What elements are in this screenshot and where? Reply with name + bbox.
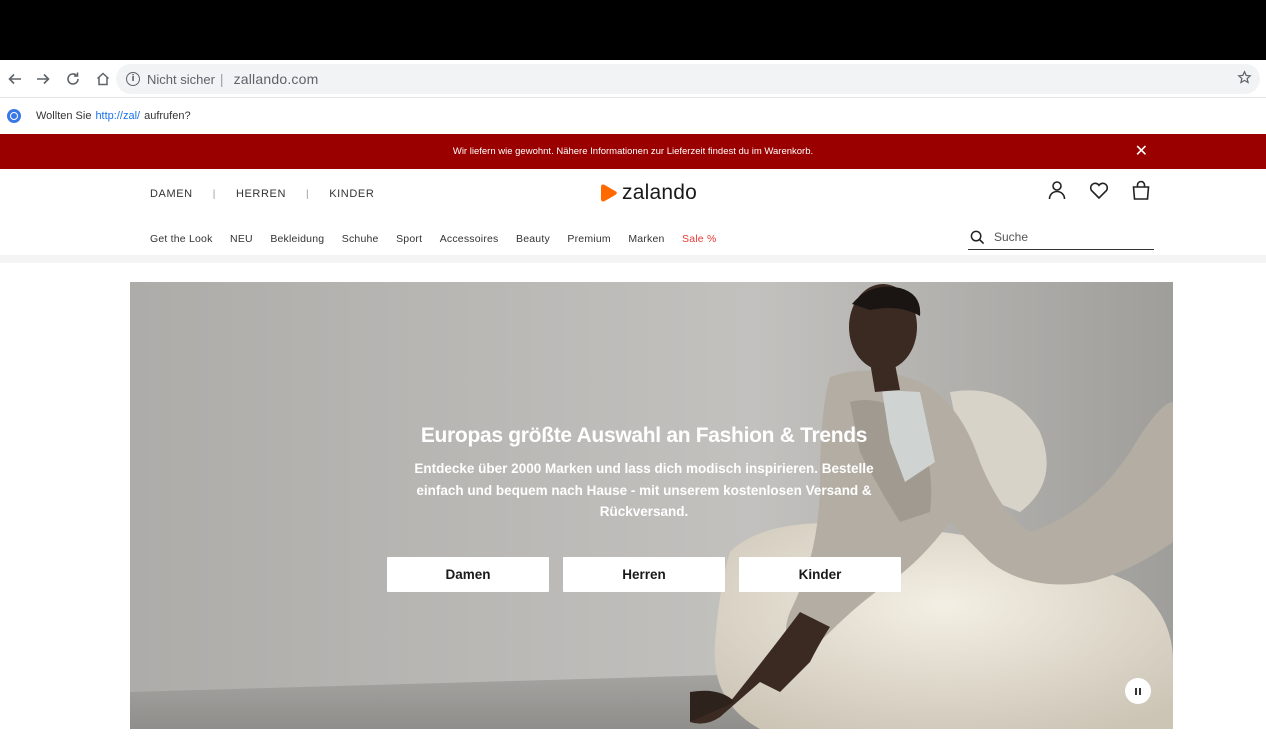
cat-schuhe[interactable]: Schuhe <box>342 233 379 245</box>
forward-button[interactable] <box>28 64 58 94</box>
hero-buttons: Damen Herren Kinder <box>387 557 915 592</box>
cat-premium[interactable]: Premium <box>567 233 610 245</box>
search-box <box>968 225 1154 250</box>
zalando-logo[interactable]: zalando <box>598 181 697 205</box>
screen-top-bar <box>0 0 1266 60</box>
pause-icon[interactable] <box>1125 678 1151 704</box>
arrow-left-icon <box>8 73 21 84</box>
header-icons <box>1046 179 1172 201</box>
cat-sport[interactable]: Sport <box>396 233 422 245</box>
url-suggestion-bar: Wollten Sie http://zal/ aufrufen? <box>0 98 1266 134</box>
url-text[interactable]: zallando.com <box>234 71 319 87</box>
suggestion-suffix: aufrufen? <box>144 110 191 122</box>
gender-nav: DAMEN | HERREN | KINDER <box>150 188 374 200</box>
kinder-button[interactable]: Kinder <box>739 557 901 592</box>
nav-herren[interactable]: HERREN <box>236 188 286 200</box>
damen-button[interactable]: Damen <box>387 557 549 592</box>
nav-divider: | <box>212 188 216 200</box>
arrow-right-icon <box>37 73 50 84</box>
cat-sale[interactable]: Sale % <box>682 233 716 245</box>
zalando-logo-icon <box>601 184 617 202</box>
cat-bekleidung[interactable]: Bekleidung <box>270 233 324 245</box>
address-bar[interactable]: i Nicht sicher | zallando.com <box>116 64 1260 94</box>
back-button[interactable] <box>0 64 30 94</box>
cat-accessoires[interactable]: Accessoires <box>440 233 499 245</box>
browser-toolbar: i Nicht sicher | zallando.com <box>0 60 1266 98</box>
shopping-bag-icon[interactable] <box>1130 179 1152 201</box>
nav-divider: | <box>306 188 310 200</box>
cat-neu[interactable]: NEU <box>230 233 253 245</box>
nav-damen[interactable]: DAMEN <box>150 188 193 200</box>
home-button[interactable] <box>88 64 118 94</box>
cat-get-the-look[interactable]: Get the Look <box>150 233 213 245</box>
hero-title: Europas größte Auswahl an Fashion & Tren… <box>420 424 868 447</box>
category-nav: Get the Look NEU Bekleidung Schuhe Sport… <box>150 233 734 245</box>
logo-text: zalando <box>622 181 697 204</box>
cat-marken[interactable]: Marken <box>628 233 664 245</box>
close-banner-icon[interactable]: ✕ <box>1135 143 1148 159</box>
info-icon[interactable]: i <box>126 72 140 86</box>
suggestion-link[interactable]: http://zal/ <box>95 110 140 122</box>
wishlist-heart-icon[interactable] <box>1088 179 1110 201</box>
suggestion-prefix: Wollten Sie <box>36 110 92 122</box>
cat-beauty[interactable]: Beauty <box>516 233 550 245</box>
home-icon <box>96 71 110 85</box>
delivery-info-banner: Wir liefern wie gewohnt. Nähere Informat… <box>0 134 1266 169</box>
hero-banner: Europas größte Auswahl an Fashion & Tren… <box>130 282 1173 729</box>
herren-button[interactable]: Herren <box>563 557 725 592</box>
reload-button[interactable] <box>58 64 88 94</box>
address-separator: | <box>219 71 224 87</box>
globe-icon <box>7 109 21 123</box>
delivery-info-text: Wir liefern wie gewohnt. Nähere Informat… <box>452 146 814 157</box>
search-icon[interactable] <box>970 230 985 245</box>
not-secure-label: Nicht sicher <box>147 71 215 87</box>
bookmark-star-icon[interactable] <box>1237 70 1252 85</box>
search-input[interactable] <box>994 230 1144 244</box>
hero-subtitle: Entdecke über 2000 Marken und lass dich … <box>414 461 874 519</box>
site-header: DAMEN | HERREN | KINDER zalando Get the … <box>0 169 1266 263</box>
user-account-icon[interactable] <box>1046 179 1068 201</box>
nav-kinder[interactable]: KINDER <box>329 188 374 200</box>
reload-icon <box>67 72 79 85</box>
